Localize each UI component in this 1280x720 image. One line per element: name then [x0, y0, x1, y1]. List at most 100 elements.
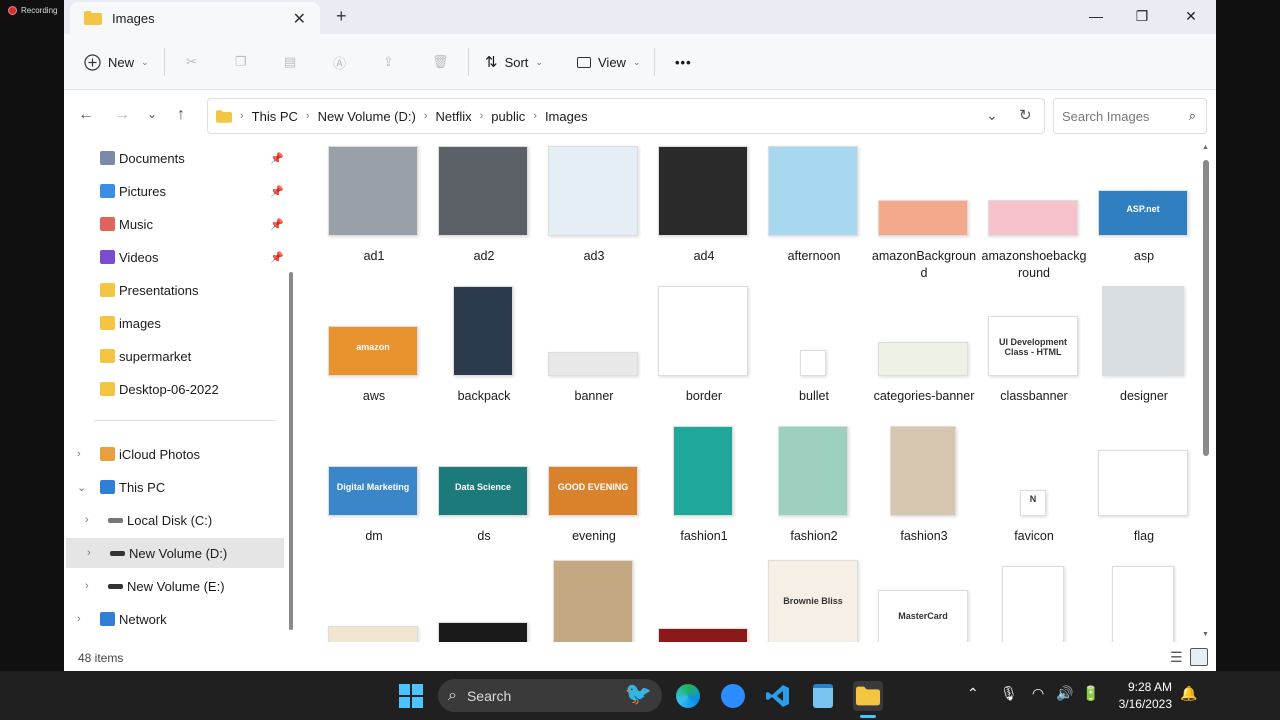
up-arrow-icon[interactable]: ↑	[177, 106, 185, 124]
vertical-scrollbar[interactable]: ▲ ▼	[1202, 144, 1210, 638]
copy-button[interactable]: ❐	[235, 49, 247, 75]
scroll-up-icon[interactable]: ▲	[1202, 144, 1209, 151]
clock-date: 3/16/2023	[1118, 697, 1172, 711]
paste-button[interactable]: ▤	[284, 49, 296, 75]
file-name: backpack	[457, 389, 511, 403]
sidebar-item-music[interactable]: Music 📌	[64, 209, 284, 239]
edge-icon[interactable]	[673, 681, 703, 711]
vscode-icon[interactable]	[763, 681, 793, 711]
chevron-right-icon[interactable]: ›	[77, 613, 81, 625]
tab-images[interactable]: Images ✕	[70, 2, 320, 34]
recent-locations-icon[interactable]: ⌄	[147, 107, 157, 121]
rename-button[interactable]: Ⓐ	[333, 49, 346, 75]
microphone-icon[interactable]: 🎙	[1000, 685, 1018, 702]
file-thumbnail	[890, 426, 956, 516]
folder-icon	[216, 109, 232, 123]
chevron-right-icon[interactable]: ›	[87, 547, 91, 559]
sidebar-item-images[interactable]: images	[64, 308, 284, 338]
sidebar-item-desktop-06-2022[interactable]: Desktop-06-2022	[64, 374, 284, 404]
scroll-down-icon[interactable]: ▼	[1202, 631, 1209, 638]
details-view-icon[interactable]: ☰	[1170, 649, 1183, 666]
pin-icon[interactable]: 📌	[270, 251, 284, 264]
close-tab-icon[interactable]: ✕	[293, 9, 306, 29]
delete-button[interactable]: 🗑	[432, 49, 449, 75]
breadcrumb-images[interactable]: Images	[545, 109, 588, 124]
pin-icon[interactable]: 📌	[270, 152, 284, 165]
file-name: fashion3	[900, 529, 948, 543]
sidebar-item-new-volume-e-[interactable]: › New Volume (E:)	[64, 571, 284, 601]
large-icons-view-icon[interactable]	[1190, 648, 1208, 666]
folder-icon	[100, 382, 115, 396]
search-highlight-icon: 🐦	[624, 681, 652, 706]
address-bar[interactable]: › This PC › New Volume (D:) › Netflix › …	[207, 98, 1045, 134]
pictures-icon	[100, 184, 115, 198]
file-name: ad4	[693, 249, 715, 263]
wifi-icon[interactable]: ◠	[1032, 685, 1044, 702]
system-clock[interactable]: 9:28 AM 3/16/2023	[1112, 679, 1172, 713]
zoom-icon[interactable]	[718, 681, 748, 711]
thumbnail-text: ASP.net	[1126, 204, 1160, 214]
more-options-button[interactable]: •••	[675, 49, 692, 75]
sidebar-item-supermarket[interactable]: supermarket	[64, 341, 284, 371]
pin-icon[interactable]: 📌	[270, 185, 284, 198]
file-name: fashion1	[680, 529, 728, 543]
file-thumbnail	[548, 352, 638, 376]
battery-icon[interactable]: 🔋	[1082, 685, 1099, 702]
taskbar-search[interactable]: ⌕ Search 🐦	[438, 679, 662, 712]
back-arrow-icon[interactable]: ←	[78, 106, 94, 124]
notepad-icon[interactable]	[808, 681, 838, 711]
file-thumbnail: amazon	[328, 326, 418, 376]
folder-icon	[100, 283, 115, 297]
chevron-right-icon[interactable]: ›	[77, 448, 81, 460]
file-name: categories-banner	[873, 389, 975, 403]
sidebar-item-documents[interactable]: Documents 📌	[64, 143, 284, 173]
sidebar-item-this-pc[interactable]: ⌄ This PC	[64, 472, 284, 502]
folder-icon	[100, 316, 115, 330]
sidebar-item-presentations[interactable]: Presentations	[64, 275, 284, 305]
sidebar-item-new-volume-d-[interactable]: › New Volume (D:)	[66, 538, 284, 568]
file-thumbnail	[658, 146, 748, 236]
minimize-button[interactable]: —	[1073, 4, 1119, 28]
cut-button[interactable]: ✂	[186, 49, 197, 75]
new-button[interactable]: New ⌄	[84, 49, 149, 75]
chevron-right-icon[interactable]: ›	[85, 514, 89, 526]
sidebar-item-icloud-photos[interactable]: › iCloud Photos	[64, 439, 284, 469]
sidebar-item-local-disk-c-[interactable]: › Local Disk (C:)	[64, 505, 284, 535]
notifications-icon[interactable]: 🔔	[1180, 685, 1197, 702]
breadcrumb-public[interactable]: public	[491, 109, 525, 124]
chevron-up-icon[interactable]: ⌃	[967, 685, 979, 702]
sort-button[interactable]: ⇅ Sort ⌄	[485, 49, 543, 75]
recording-label: Recording	[21, 5, 58, 15]
start-button[interactable]	[396, 681, 426, 711]
sidebar-item-network[interactable]: › Network	[64, 604, 284, 634]
sidebar-item-videos[interactable]: Videos 📌	[64, 242, 284, 272]
new-tab-button[interactable]: +	[336, 6, 347, 27]
volume-icon[interactable]: 🔊	[1056, 685, 1073, 702]
breadcrumb-netflix[interactable]: Netflix	[436, 109, 472, 124]
sidebar-scrollbar[interactable]	[289, 272, 293, 630]
search-input[interactable]: Search Images ⌕	[1053, 98, 1207, 134]
scrollbar-thumb[interactable]	[1203, 160, 1209, 456]
drive-icon	[108, 583, 123, 589]
chevron-down-icon[interactable]: ⌄	[77, 481, 86, 494]
maximize-button[interactable]: ❐	[1119, 4, 1165, 28]
breadcrumb-new-volume-d[interactable]: New Volume (D:)	[318, 109, 416, 124]
view-button[interactable]: View ⌄	[577, 49, 641, 75]
pin-icon[interactable]: 📌	[270, 218, 284, 231]
chevron-right-icon[interactable]: ›	[85, 580, 89, 592]
file-thumbnail	[453, 286, 513, 376]
new-label: New	[108, 54, 135, 70]
file-explorer-taskbar-icon[interactable]	[853, 681, 883, 711]
sidebar-item-pictures[interactable]: Pictures 📌	[64, 176, 284, 206]
address-dropdown-icon[interactable]: ⌄	[986, 107, 998, 124]
thumbnail-text: Data Science	[454, 482, 512, 492]
copy-icon: ❐	[235, 54, 247, 69]
forward-arrow-icon[interactable]: →	[114, 106, 130, 124]
refresh-icon[interactable]: ↻	[1019, 106, 1032, 124]
share-button[interactable]: ⇪	[383, 49, 394, 75]
file-thumbnail	[553, 560, 633, 642]
thumbnail-text: GOOD EVENING	[557, 482, 629, 492]
folder-icon	[100, 349, 115, 363]
close-button[interactable]: ✕	[1168, 4, 1214, 28]
breadcrumb-this-pc[interactable]: This PC	[252, 109, 298, 124]
